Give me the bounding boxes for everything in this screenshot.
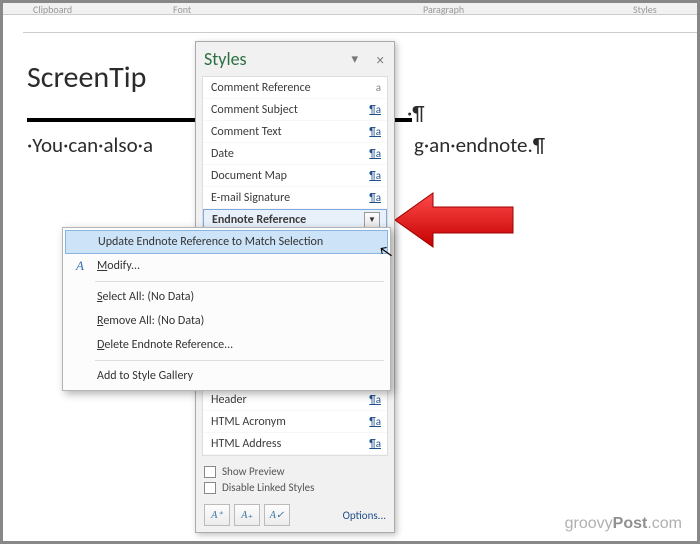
menu-select-all[interactable]: Select All: (No Data)	[65, 285, 388, 309]
manage-styles-icon[interactable]: A✓	[264, 504, 290, 526]
horizontal-ruler[interactable]	[23, 15, 697, 33]
style-item[interactable]: Comment Subject¶a	[203, 99, 387, 121]
style-item[interactable]: Comment Text¶a	[203, 121, 387, 143]
menu-separator	[95, 360, 384, 361]
disable-linked-checkbox[interactable]: Disable Linked Styles	[204, 481, 386, 494]
show-preview-checkbox[interactable]: Show Preview	[204, 465, 386, 478]
style-dropdown-icon[interactable]: ▼	[364, 212, 380, 228]
style-item[interactable]: Header¶a	[203, 389, 387, 411]
new-style-icon[interactable]: A⁺	[204, 504, 230, 526]
style-item[interactable]: Document Map¶a	[203, 165, 387, 187]
style-context-menu: Update Endnote Reference to Match Select…	[62, 227, 391, 391]
styles-pane-footer: Show Preview Disable Linked Styles A⁺ A₊…	[196, 456, 394, 532]
style-item[interactable]: E-mail Signature¶a	[203, 187, 387, 209]
style-item[interactable]: HTML Acronym¶a	[203, 411, 387, 433]
body-text-right: g·an·endnote.¶	[414, 132, 545, 158]
body-text-left: ·You·can·also·a	[27, 132, 153, 158]
pilcrow: ·¶	[407, 100, 425, 126]
ribbon-section-labels: Clipboard Font Paragraph Styles	[3, 3, 697, 15]
watermark: groovyPost.com	[565, 515, 682, 533]
menu-add-to-gallery[interactable]: Add to Style Gallery	[65, 364, 388, 388]
styles-pane-title: Styles	[204, 48, 247, 70]
style-item[interactable]: Comment Referencea	[203, 77, 387, 99]
menu-delete[interactable]: Delete Endnote Reference...	[65, 333, 388, 357]
close-icon[interactable]: ×	[377, 52, 384, 70]
styles-pane-header[interactable]: Styles ▾ ×	[196, 42, 394, 76]
modify-icon: A	[71, 258, 89, 274]
menu-separator	[95, 281, 384, 282]
options-link[interactable]: Options...	[343, 509, 386, 522]
menu-modify[interactable]: AModify...	[65, 254, 388, 278]
style-item[interactable]: Date¶a	[203, 143, 387, 165]
style-inspector-icon[interactable]: A₊	[234, 504, 260, 526]
pane-options-icon[interactable]: ▾	[351, 52, 358, 67]
style-item[interactable]: HTML Address¶a	[203, 433, 387, 455]
styles-list-top: Comment Referencea Comment Subject¶a Com…	[202, 76, 388, 232]
menu-remove-all[interactable]: Remove All: (No Data)	[65, 309, 388, 333]
mouse-cursor-icon: ↖	[377, 242, 394, 263]
menu-update-to-match[interactable]: Update Endnote Reference to Match Select…	[65, 230, 388, 254]
